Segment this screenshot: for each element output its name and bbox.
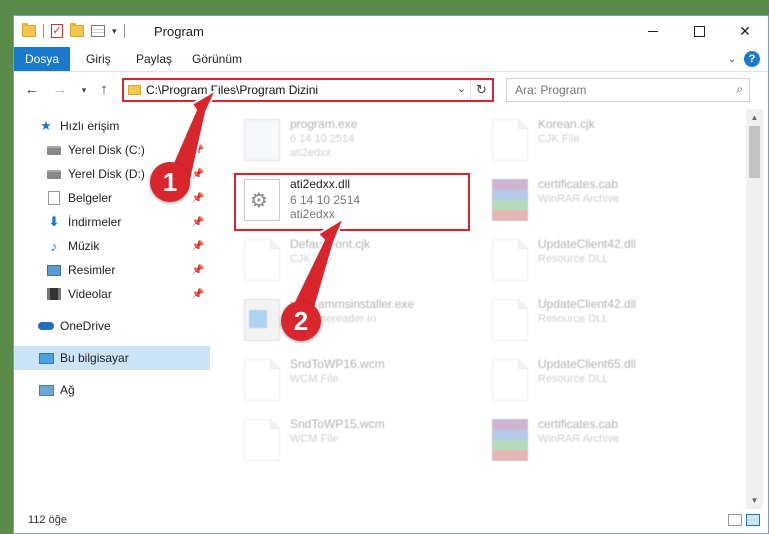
- callout-arrows: [168, 87, 347, 320]
- callout-badge-2: 2: [281, 301, 321, 341]
- callout-badge-1: 1: [150, 162, 190, 202]
